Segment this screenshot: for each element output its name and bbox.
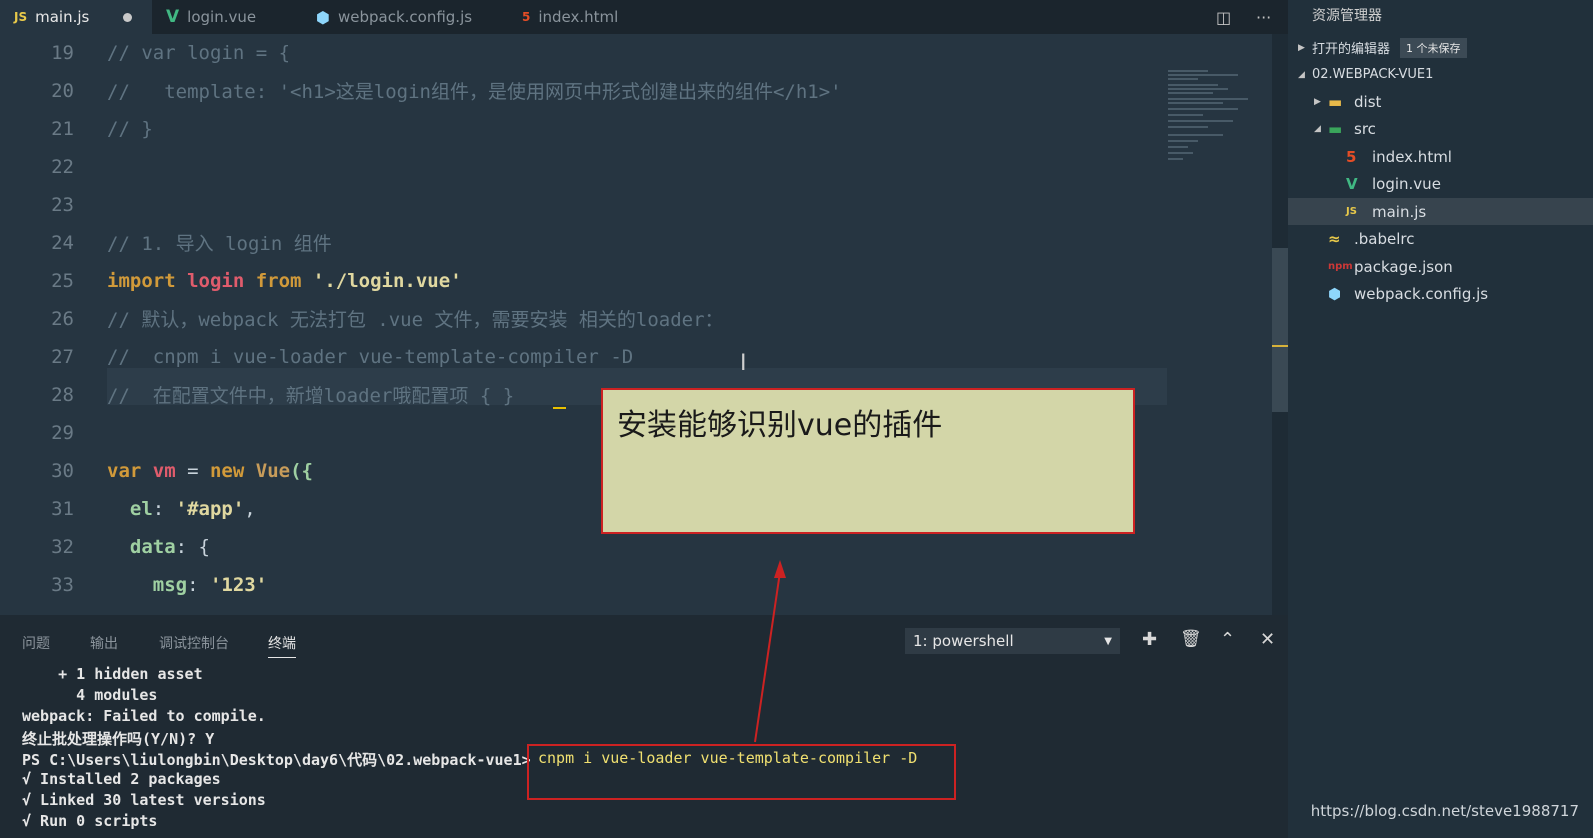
annotation-arrow	[754, 560, 786, 743]
watermark: https://blog.csdn.net/steve1988717	[1310, 802, 1579, 820]
